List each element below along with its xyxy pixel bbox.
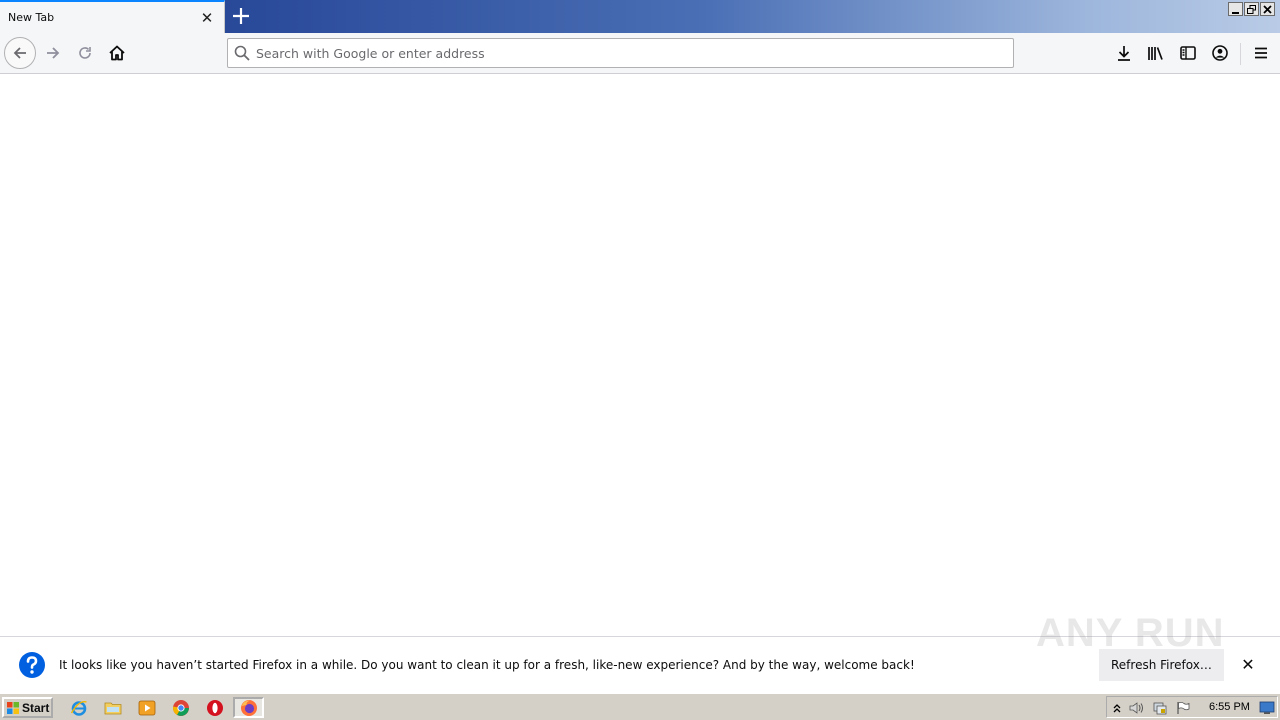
reload-button[interactable] <box>69 37 101 69</box>
taskbar-media-player[interactable] <box>136 697 158 718</box>
address-input[interactable] <box>256 39 1006 67</box>
taskbar-chrome[interactable] <box>170 697 192 718</box>
network-button[interactable] <box>1152 700 1168 716</box>
taskbar-file-explorer[interactable] <box>102 697 124 718</box>
flag-icon <box>1177 701 1190 714</box>
minimize-icon <box>1232 11 1239 14</box>
chrome-icon <box>172 699 189 716</box>
navigation-toolbar <box>0 33 1280 74</box>
new-tab-button[interactable] <box>229 4 253 28</box>
close-window-button[interactable] <box>1260 2 1275 16</box>
internet-explorer-icon <box>70 700 87 716</box>
forward-arrow-icon <box>47 47 60 59</box>
notification-bar: ANY RUN It looks like you haven’t starte… <box>0 611 1280 693</box>
home-icon <box>109 45 125 61</box>
tab-close-icon[interactable]: ✕ <box>198 9 216 27</box>
title-bar: New Tab ✕ <box>0 0 1280 33</box>
notification-close-icon[interactable]: ✕ <box>1238 655 1258 675</box>
taskbar-opera[interactable] <box>204 697 226 718</box>
hamburger-menu-icon <box>1255 47 1267 59</box>
window-controls <box>1228 2 1275 16</box>
toolbar-separator <box>1240 43 1241 65</box>
download-icon <box>1118 46 1130 61</box>
sidebars-button[interactable] <box>1174 39 1202 67</box>
search-icon <box>234 45 250 61</box>
show-desktop-button[interactable] <box>1259 700 1275 716</box>
media-player-icon <box>138 700 156 715</box>
opera-icon <box>207 699 223 716</box>
network-icon <box>1153 702 1167 715</box>
back-button[interactable] <box>4 37 36 69</box>
file-explorer-icon <box>104 702 122 714</box>
back-arrow-icon <box>13 47 26 59</box>
downloads-button[interactable] <box>1110 39 1138 67</box>
plus-icon <box>233 8 249 24</box>
restore-icon <box>1247 4 1256 14</box>
library-button[interactable] <box>1142 39 1170 67</box>
restore-button[interactable] <box>1244 2 1259 16</box>
taskbar: Start 6:55 PM <box>0 693 1280 720</box>
forward-button[interactable] <box>37 37 69 69</box>
page-content <box>0 75 1280 636</box>
desktop-icon <box>1259 701 1275 714</box>
taskbar-firefox[interactable] <box>233 697 264 718</box>
system-tray: 6:55 PM <box>1106 696 1278 718</box>
speaker-icon <box>1129 702 1143 714</box>
show-hidden-icons-button[interactable] <box>1109 700 1125 716</box>
taskbar-internet-explorer[interactable] <box>68 697 90 718</box>
account-icon <box>1212 45 1228 61</box>
menu-button[interactable] <box>1247 39 1275 67</box>
start-label: Start <box>22 700 50 715</box>
home-button[interactable] <box>101 37 133 69</box>
account-button[interactable] <box>1206 39 1234 67</box>
refresh-firefox-button[interactable]: Refresh Firefox… <box>1099 649 1224 681</box>
tab-new-tab[interactable]: New Tab ✕ <box>0 0 225 33</box>
clock[interactable]: 6:55 PM <box>1209 701 1250 713</box>
minimize-button[interactable] <box>1228 2 1243 16</box>
firefox-icon <box>240 699 257 716</box>
address-bar[interactable] <box>227 38 1014 68</box>
action-center-button[interactable] <box>1175 700 1191 716</box>
chevron-up-icon <box>1113 704 1121 713</box>
reload-icon <box>79 47 91 59</box>
sidebar-icon <box>1180 46 1196 60</box>
question-icon <box>19 652 45 678</box>
start-button[interactable]: Start <box>2 697 53 718</box>
tab-title: New Tab <box>8 11 55 24</box>
notification-message: It looks like you haven’t started Firefo… <box>59 658 915 672</box>
library-icon <box>1148 47 1163 60</box>
windows-logo-icon <box>7 701 19 714</box>
volume-button[interactable] <box>1129 700 1145 716</box>
close-icon <box>1263 4 1272 14</box>
